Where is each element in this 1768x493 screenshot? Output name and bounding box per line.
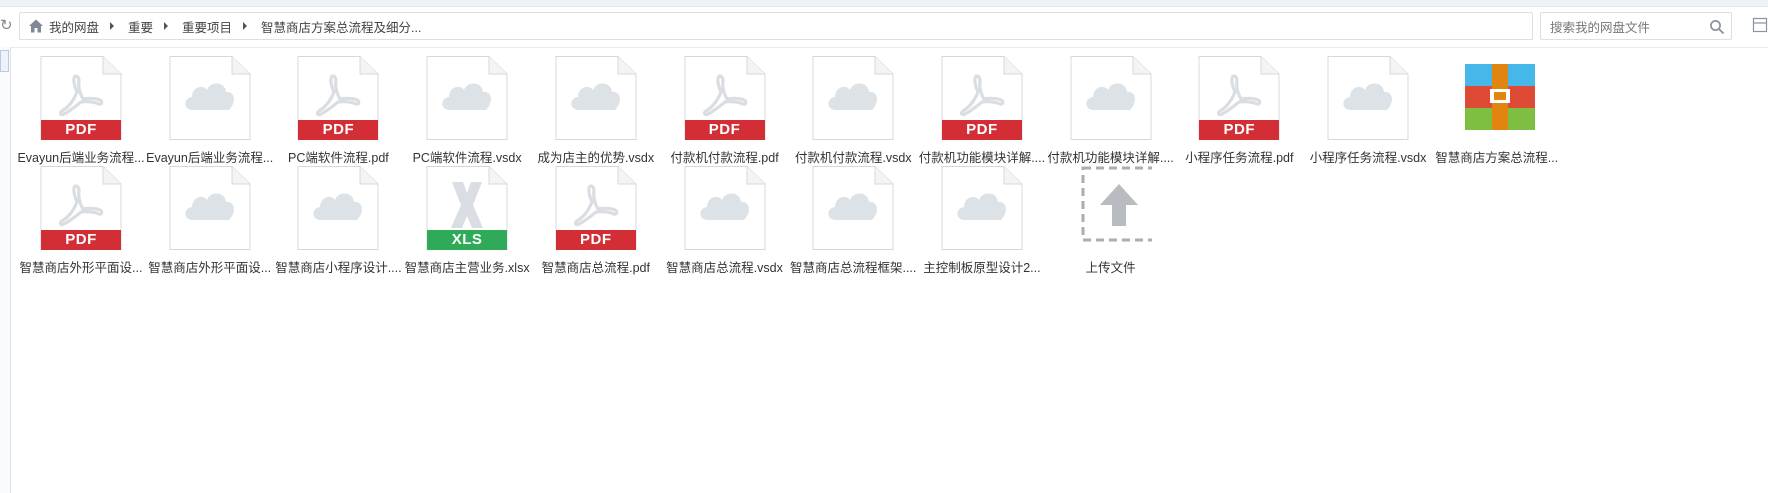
file-tile[interactable]: 智慧商店总流程.vsdx bbox=[652, 166, 798, 275]
cloud-file-icon bbox=[169, 56, 251, 140]
file-name-label: 智慧商店总流程.vsdx bbox=[666, 261, 783, 275]
cloud-file-icon bbox=[169, 166, 251, 250]
file-tile[interactable]: PDF 小程序任务流程.pdf bbox=[1166, 56, 1312, 165]
file-tile[interactable]: PDF Evayun后端业务流程... bbox=[8, 56, 154, 165]
pdf-icon: PDF bbox=[684, 56, 766, 140]
xls-icon: XLS bbox=[426, 166, 508, 250]
cloud-file-icon bbox=[812, 56, 894, 140]
file-tile[interactable]: 智慧商店方案总流程... bbox=[1424, 56, 1570, 165]
file-name-label: 智慧商店方案总流程... bbox=[1435, 151, 1559, 165]
cloud-file-icon bbox=[1327, 56, 1409, 140]
file-name-label: 小程序任务流程.vsdx bbox=[1309, 151, 1427, 165]
file-tile[interactable]: 成为店主的优势.vsdx bbox=[523, 56, 669, 165]
file-name-label: 付款机付款流程.vsdx bbox=[794, 151, 912, 165]
file-tile[interactable]: PDF 付款机功能模块详解.... bbox=[909, 56, 1055, 165]
file-name-label: 上传文件 bbox=[1085, 261, 1136, 275]
file-tile[interactable]: PDF PC端软件流程.pdf bbox=[265, 56, 411, 165]
pdf-icon: PDF bbox=[40, 166, 122, 250]
pdf-badge: PDF bbox=[41, 230, 121, 250]
file-tile[interactable]: PDF 智慧商店总流程.pdf bbox=[523, 166, 669, 275]
file-tile[interactable]: PDF 付款机付款流程.pdf bbox=[652, 56, 798, 165]
cloud-file-icon bbox=[1070, 56, 1152, 140]
file-tile[interactable]: PC端软件流程.vsdx bbox=[394, 56, 540, 165]
xls-badge: XLS bbox=[427, 230, 508, 250]
upload-icon bbox=[1070, 166, 1152, 250]
file-name-label: 智慧商店总流程.pdf bbox=[541, 261, 650, 275]
file-name-label: 智慧商店外形平面设... bbox=[19, 261, 143, 275]
file-tile[interactable]: PDF 智慧商店外形平面设... bbox=[8, 166, 154, 275]
file-tile[interactable]: 智慧商店总流程框架.... bbox=[780, 166, 926, 275]
pdf-icon: PDF bbox=[555, 166, 637, 250]
file-name-label: Evayun后端业务流程... bbox=[146, 151, 274, 165]
file-tile[interactable]: 智慧商店外形平面设... bbox=[137, 166, 283, 275]
file-name-label: 智慧商店小程序设计.... bbox=[275, 261, 402, 275]
pdf-icon: PDF bbox=[297, 56, 379, 140]
file-name-label: Evayun后端业务流程... bbox=[17, 151, 145, 165]
pdf-badge: PDF bbox=[555, 230, 636, 250]
file-name-label: PC端软件流程.vsdx bbox=[412, 151, 522, 165]
pdf-badge: PDF bbox=[41, 120, 121, 140]
file-tile[interactable]: 付款机付款流程.vsdx bbox=[780, 56, 926, 165]
file-name-label: 付款机付款流程.pdf bbox=[670, 151, 779, 165]
file-name-label: 智慧商店总流程框架.... bbox=[789, 261, 917, 275]
cloud-file-icon bbox=[426, 56, 508, 140]
cloud-file-icon bbox=[941, 166, 1023, 250]
file-name-label: 智慧商店外形平面设... bbox=[148, 261, 272, 275]
file-tile[interactable]: 小程序任务流程.vsdx bbox=[1295, 56, 1441, 165]
file-grid: PDF Evayun后端业务流程... Evayun后端业务流程... PDF PC端软… bbox=[0, 0, 1768, 493]
pdf-badge: PDF bbox=[1199, 120, 1280, 140]
file-tile[interactable]: 智慧商店小程序设计.... bbox=[265, 166, 411, 275]
pdf-icon: PDF bbox=[40, 56, 122, 140]
upload-file-tile[interactable]: 上传文件 bbox=[1038, 166, 1184, 275]
file-name-label: 成为店主的优势.vsdx bbox=[537, 151, 655, 165]
file-tile[interactable]: Evayun后端业务流程... bbox=[137, 56, 283, 165]
file-name-label: 主控制板原型设计2... bbox=[923, 261, 1041, 275]
file-name-label: PC端软件流程.pdf bbox=[288, 151, 389, 165]
pdf-badge: PDF bbox=[298, 120, 379, 140]
file-name-label: 智慧商店主营业务.xlsx bbox=[404, 261, 530, 275]
archive-icon bbox=[1456, 56, 1538, 140]
cloud-file-icon bbox=[812, 166, 894, 250]
file-name-label: 付款机功能模块详解.... bbox=[918, 151, 1046, 165]
pdf-badge: PDF bbox=[684, 120, 765, 140]
pdf-badge: PDF bbox=[941, 120, 1022, 140]
pdf-icon: PDF bbox=[1198, 56, 1280, 140]
file-tile[interactable]: XLS 智慧商店主营业务.xlsx bbox=[394, 166, 540, 275]
cloud-file-icon bbox=[297, 166, 379, 250]
file-name-label: 小程序任务流程.pdf bbox=[1185, 151, 1294, 165]
pdf-icon: PDF bbox=[941, 56, 1023, 140]
cloud-file-icon bbox=[684, 166, 766, 250]
file-tile[interactable]: 主控制板原型设计2... bbox=[909, 166, 1055, 275]
file-tile[interactable]: 付款机功能模块详解.... bbox=[1038, 56, 1184, 165]
file-name-label: 付款机功能模块详解.... bbox=[1047, 151, 1174, 165]
cloud-file-icon bbox=[555, 56, 637, 140]
